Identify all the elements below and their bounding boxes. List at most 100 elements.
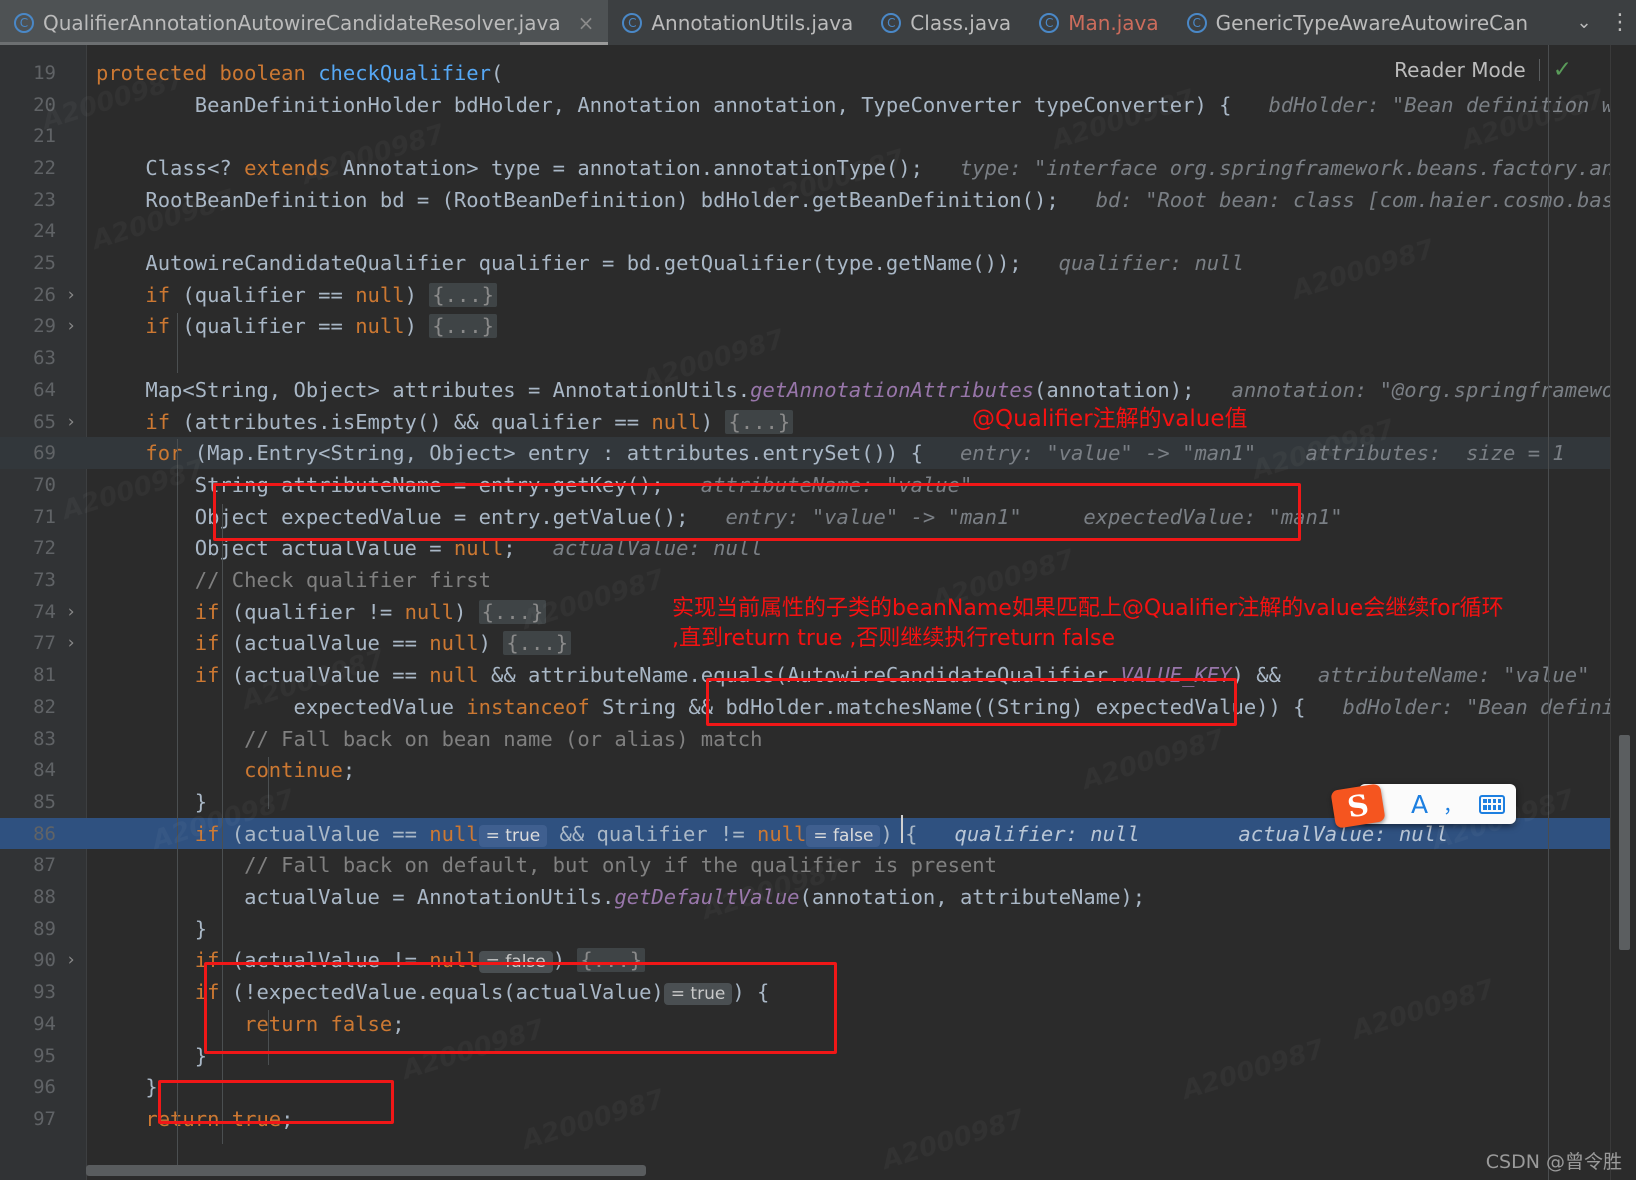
line-number: 96 (33, 1076, 56, 1099)
line-number: 64 (33, 378, 56, 401)
token: actualValue = AnnotationUtils. (96, 885, 615, 910)
tab-annotation-utils[interactable]: C AnnotationUtils.java (608, 0, 867, 45)
code-line[interactable]: 97 return true; (0, 1103, 1636, 1135)
code-line[interactable]: 20 BeanDefinitionHolder bdHolder, Annota… (0, 89, 1636, 121)
code-line[interactable]: 89 } (0, 913, 1636, 945)
code-line[interactable]: 19 protected boolean checkQualifier( (0, 57, 1636, 89)
sogou-logo-icon[interactable]: S (1330, 783, 1386, 829)
collapsed-block-chip[interactable]: {...} (725, 409, 794, 434)
code-line[interactable]: 82 expectedValue instanceof String && bd… (0, 691, 1636, 723)
checkmark-icon: ✓ (1552, 57, 1572, 83)
fold-arrow-icon[interactable]: › (62, 633, 80, 653)
line-number: 83 (33, 727, 56, 750)
code-line[interactable]: 29 › if (qualifier == null) {...} (0, 311, 1636, 343)
token: null (355, 282, 405, 307)
code-line[interactable]: 88 actualValue = AnnotationUtils.getDefa… (0, 881, 1636, 913)
editor-scrollbar-gutter[interactable] (1610, 45, 1636, 1180)
code-text: if (actualValue == null) {...} (96, 631, 572, 656)
line-number: 70 (33, 473, 56, 496)
code-text: BeanDefinitionHolder bdHolder, Annotatio… (96, 93, 1627, 117)
code-line[interactable]: 81 if (actualValue == null && attributeN… (0, 659, 1636, 691)
code-line[interactable]: 22 Class<? extends Annotation> type = an… (0, 152, 1636, 184)
code-line[interactable]: 26 › if (qualifier == null) {...} (0, 279, 1636, 311)
code-line[interactable]: 65 › if (attributes.isEmpty() && qualifie… (0, 406, 1636, 438)
code-line[interactable]: 96 } (0, 1071, 1636, 1103)
token: return (145, 1106, 220, 1131)
indent-guide (177, 313, 178, 373)
code-text: } (96, 1044, 207, 1068)
code-line[interactable]: 70 String attributeName = entry.getKey()… (0, 469, 1636, 501)
token: (actualValue != (219, 948, 430, 973)
ime-letter-mode-icon[interactable]: A (1411, 790, 1428, 819)
code-line[interactable]: 21 (0, 120, 1636, 152)
close-icon[interactable]: × (578, 13, 595, 33)
fold-arrow-icon[interactable]: › (62, 950, 80, 970)
collapsed-block-chip[interactable]: {...} (478, 599, 547, 624)
more-options-glyph: ⋮ (1609, 9, 1631, 35)
code-text: RootBeanDefinition bd = (RootBeanDefinit… (96, 188, 1626, 212)
line-number: 81 (33, 664, 56, 687)
tab-qualifier-annotation-autowire-candidate-resolver[interactable]: C QualifierAnnotationAutowireCandidateRe… (0, 0, 609, 45)
reader-mode-indicator[interactable]: Reader Mode ✓ (1394, 57, 1572, 83)
line-number: 21 (33, 125, 56, 148)
collapsed-block-chip[interactable]: {...} (503, 631, 572, 656)
token: // Fall back on default, but only if the… (96, 853, 997, 878)
code-line[interactable]: 72 Object actualValue = null; actualValu… (0, 533, 1636, 565)
tab-class[interactable]: C Class.java (867, 0, 1025, 45)
fold-arrow-icon[interactable]: › (62, 285, 80, 305)
code-line[interactable]: 63 (0, 342, 1636, 374)
line-number: 89 (33, 917, 56, 940)
token: false (330, 1011, 393, 1036)
code-line[interactable]: 25 AutowireCandidateQualifier qualifier … (0, 247, 1636, 279)
more-options-icon[interactable]: ⋮ (1604, 0, 1636, 45)
code-line[interactable]: 93 if (!expectedValue.equals(actualValue… (0, 976, 1636, 1008)
sogou-ime-toolbar[interactable]: S A ， (1330, 783, 1516, 829)
token: ( (490, 60, 504, 85)
code-text: if (actualValue == null && attributeName… (96, 663, 1590, 688)
code-line[interactable]: 23 RootBeanDefinition bd = (RootBeanDefi… (0, 184, 1636, 216)
code-line[interactable]: 90 › if (actualValue != null = false) {...… (0, 945, 1636, 977)
line-number: 22 (33, 156, 56, 179)
code-line[interactable]: 94 return false; (0, 1008, 1636, 1040)
token: VALUE_KEY (1120, 663, 1232, 688)
code-line[interactable]: 71 Object expectedValue = entry.getValue… (0, 501, 1636, 533)
fold-arrow-icon[interactable]: › (62, 412, 80, 432)
inline-debug-value: = false (478, 951, 553, 974)
inline-variable-hint: entry: "value" -> "man1" attributes: siz… (922, 441, 1565, 466)
vertical-scrollbar-thumb[interactable] (1619, 735, 1630, 950)
token: expectedValue (96, 694, 467, 719)
collapsed-block-chip[interactable]: {...} (577, 948, 646, 973)
code-line[interactable]: 87 // Fall back on default, but only if … (0, 850, 1636, 882)
code-line[interactable]: 24 (0, 216, 1636, 248)
tab-generic-type-aware-autowire-candidate-resolver[interactable]: C GenericTypeAwareAutowireCan (1173, 0, 1542, 45)
keyboard-icon[interactable] (1479, 794, 1506, 814)
code-text: if (actualValue != null = false) {...} (96, 948, 646, 974)
token: Object actualValue = (96, 536, 454, 561)
code-line[interactable]: 64 Map<String, Object> attributes = Anno… (0, 374, 1636, 406)
line-number: 71 (33, 505, 56, 528)
line-number: 87 (33, 854, 56, 877)
horizontal-scrollbar-track[interactable] (86, 1165, 1610, 1176)
collapsed-block-chip[interactable]: {...} (429, 282, 497, 307)
line-number: 25 (33, 252, 56, 275)
token: if (194, 821, 220, 846)
indent-guide (222, 504, 223, 1144)
tab-man[interactable]: C Man.java (1025, 0, 1172, 45)
code-line[interactable]: 83 // Fall back on bean name (or alias) … (0, 723, 1636, 755)
token: ; (392, 1011, 405, 1036)
csdn-watermark-credit: CSDN @曾令胜 (1485, 1151, 1622, 1173)
chevron-down-icon[interactable]: ⌄ (1564, 0, 1604, 45)
collapsed-block-chip[interactable]: {...} (429, 314, 497, 339)
code-line[interactable]: 95 } (0, 1040, 1636, 1072)
fold-arrow-icon[interactable]: › (62, 602, 80, 622)
code-line[interactable]: 84 continue; (0, 754, 1636, 786)
fold-arrow-icon[interactable]: › (62, 316, 80, 336)
horizontal-scrollbar-thumb[interactable] (86, 1165, 646, 1176)
ime-punctuation-icon[interactable]: ， (1443, 791, 1464, 818)
code-line[interactable]: 69 for (Map.Entry<String, Object> entry … (0, 437, 1636, 470)
